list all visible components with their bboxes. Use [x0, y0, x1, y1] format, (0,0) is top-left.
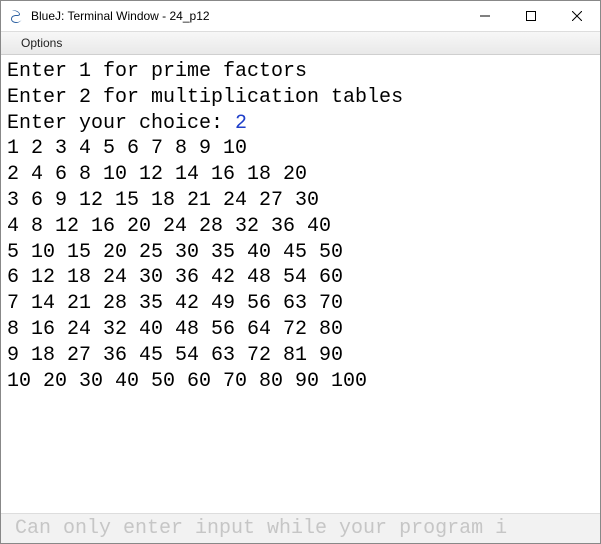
output-line: 2 4 6 8 10 12 14 16 18 20	[7, 163, 307, 186]
close-button[interactable]	[554, 1, 600, 31]
minimize-button[interactable]	[462, 1, 508, 31]
output-line: 7 14 21 28 35 42 49 56 63 70	[7, 292, 343, 315]
output-line: 3 6 9 12 15 18 21 24 27 30	[7, 189, 319, 212]
output-line: Enter 2 for multiplication tables	[7, 86, 403, 109]
menu-options[interactable]: Options	[15, 34, 68, 52]
output-line: 1 2 3 4 5 6 7 8 9 10	[7, 137, 247, 160]
output-line: Enter 1 for prime factors	[7, 60, 307, 83]
output-line: 6 12 18 24 30 36 42 48 54 60	[7, 266, 343, 289]
maximize-button[interactable]	[508, 1, 554, 31]
output-line: 10 20 30 40 50 60 70 80 90 100	[7, 370, 367, 393]
menubar: Options	[1, 31, 600, 55]
app-icon	[9, 8, 25, 24]
input-placeholder: Can only enter input while your program …	[15, 517, 507, 540]
titlebar: BlueJ: Terminal Window - 24_p12	[1, 1, 600, 31]
window-controls	[462, 1, 600, 31]
input-field[interactable]: Can only enter input while your program …	[1, 513, 600, 543]
output-line: Enter your choice:	[7, 112, 235, 135]
output-line: 5 10 15 20 25 30 35 40 45 50	[7, 241, 343, 264]
output-line: 4 8 12 16 20 24 28 32 36 40	[7, 215, 331, 238]
output-line: 8 16 24 32 40 48 56 64 72 80	[7, 318, 343, 341]
user-input: 2	[235, 112, 247, 135]
output-line: 9 18 27 36 45 54 63 72 81 90	[7, 344, 343, 367]
terminal-output: Enter 1 for prime factors Enter 2 for mu…	[1, 55, 600, 513]
window-title: BlueJ: Terminal Window - 24_p12	[31, 9, 462, 23]
